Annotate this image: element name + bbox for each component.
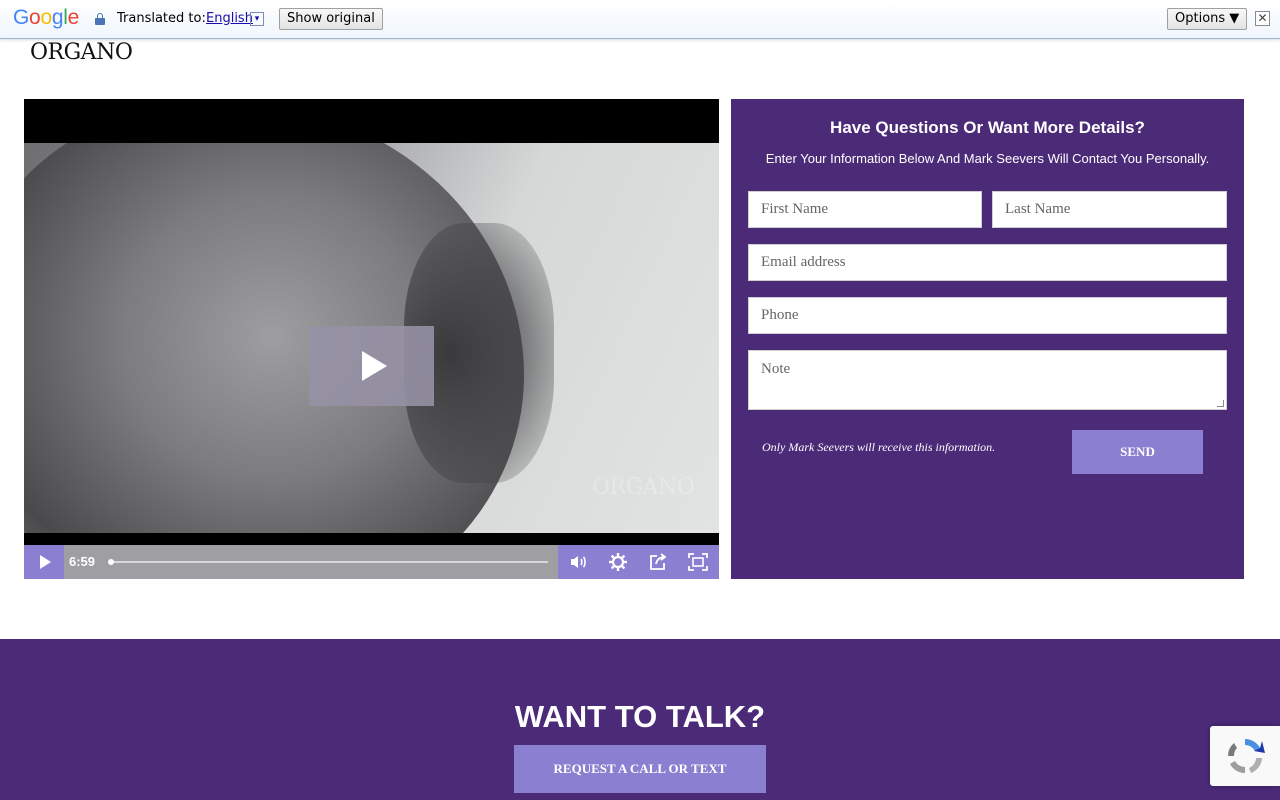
language-dropdown-icon[interactable]: ▾ bbox=[250, 12, 264, 26]
note-placeholder: Note bbox=[761, 361, 791, 377]
video-frame: ORGANO bbox=[24, 143, 719, 533]
form-subtitle: Enter Your Information Below And Mark Se… bbox=[765, 151, 1210, 166]
form-disclaimer: Only Mark Seevers will receive this info… bbox=[762, 440, 996, 454]
close-icon[interactable]: ✕ bbox=[1255, 11, 1270, 26]
lock-icon bbox=[95, 13, 105, 25]
note-field[interactable]: Note bbox=[748, 350, 1227, 410]
video-player[interactable]: ORGANO 6:59 bbox=[24, 99, 719, 579]
last-name-field[interactable]: Last Name bbox=[992, 191, 1227, 228]
video-controls: 6:59 bbox=[24, 545, 719, 579]
recaptcha-icon bbox=[1228, 739, 1265, 773]
play-button[interactable] bbox=[24, 545, 64, 579]
contact-form: Have Questions Or Want More Details? Ent… bbox=[731, 99, 1244, 579]
settings-icon bbox=[609, 553, 627, 571]
volume-button[interactable] bbox=[558, 545, 598, 579]
recaptcha-badge[interactable] bbox=[1210, 726, 1280, 786]
translated-to-label: Translated to: bbox=[117, 11, 206, 26]
want-to-talk-section: WANT TO TALK? REQUEST A CALL OR TEXT bbox=[0, 639, 1280, 800]
big-play-button[interactable] bbox=[309, 326, 434, 406]
control-icons bbox=[558, 545, 719, 579]
volume-icon bbox=[571, 556, 586, 568]
organo-logo[interactable]: ORGANO bbox=[30, 40, 133, 65]
fullscreen-icon bbox=[688, 553, 708, 571]
send-button[interactable]: SEND bbox=[1072, 430, 1203, 474]
play-icon bbox=[40, 555, 51, 569]
request-call-button[interactable]: REQUEST A CALL OR TEXT bbox=[514, 745, 766, 793]
resize-handle[interactable] bbox=[1217, 400, 1224, 407]
options-button[interactable]: Options ▼ bbox=[1167, 8, 1248, 30]
play-icon bbox=[362, 351, 387, 381]
video-time: 6:59 bbox=[69, 554, 96, 569]
fullscreen-button[interactable] bbox=[678, 545, 718, 579]
settings-button[interactable] bbox=[598, 545, 638, 579]
google-translate-bar: Google Translated to: English ▾ Show ori… bbox=[0, 0, 1280, 39]
language-link[interactable]: English bbox=[206, 11, 253, 26]
email-field[interactable]: Email address bbox=[748, 244, 1227, 281]
phone-field[interactable]: Phone bbox=[748, 297, 1227, 334]
show-original-button[interactable]: Show original bbox=[279, 8, 383, 30]
google-logo: Google bbox=[13, 6, 79, 29]
share-button[interactable] bbox=[638, 545, 678, 579]
share-icon bbox=[650, 553, 667, 570]
form-title: Have Questions Or Want More Details? bbox=[830, 118, 1145, 137]
first-name-field[interactable]: First Name bbox=[748, 191, 982, 228]
video-watermark: ORGANO bbox=[592, 475, 695, 500]
talk-title: WANT TO TALK? bbox=[514, 699, 766, 734]
progress-bar[interactable] bbox=[108, 561, 548, 563]
progress-knob[interactable] bbox=[108, 559, 114, 565]
